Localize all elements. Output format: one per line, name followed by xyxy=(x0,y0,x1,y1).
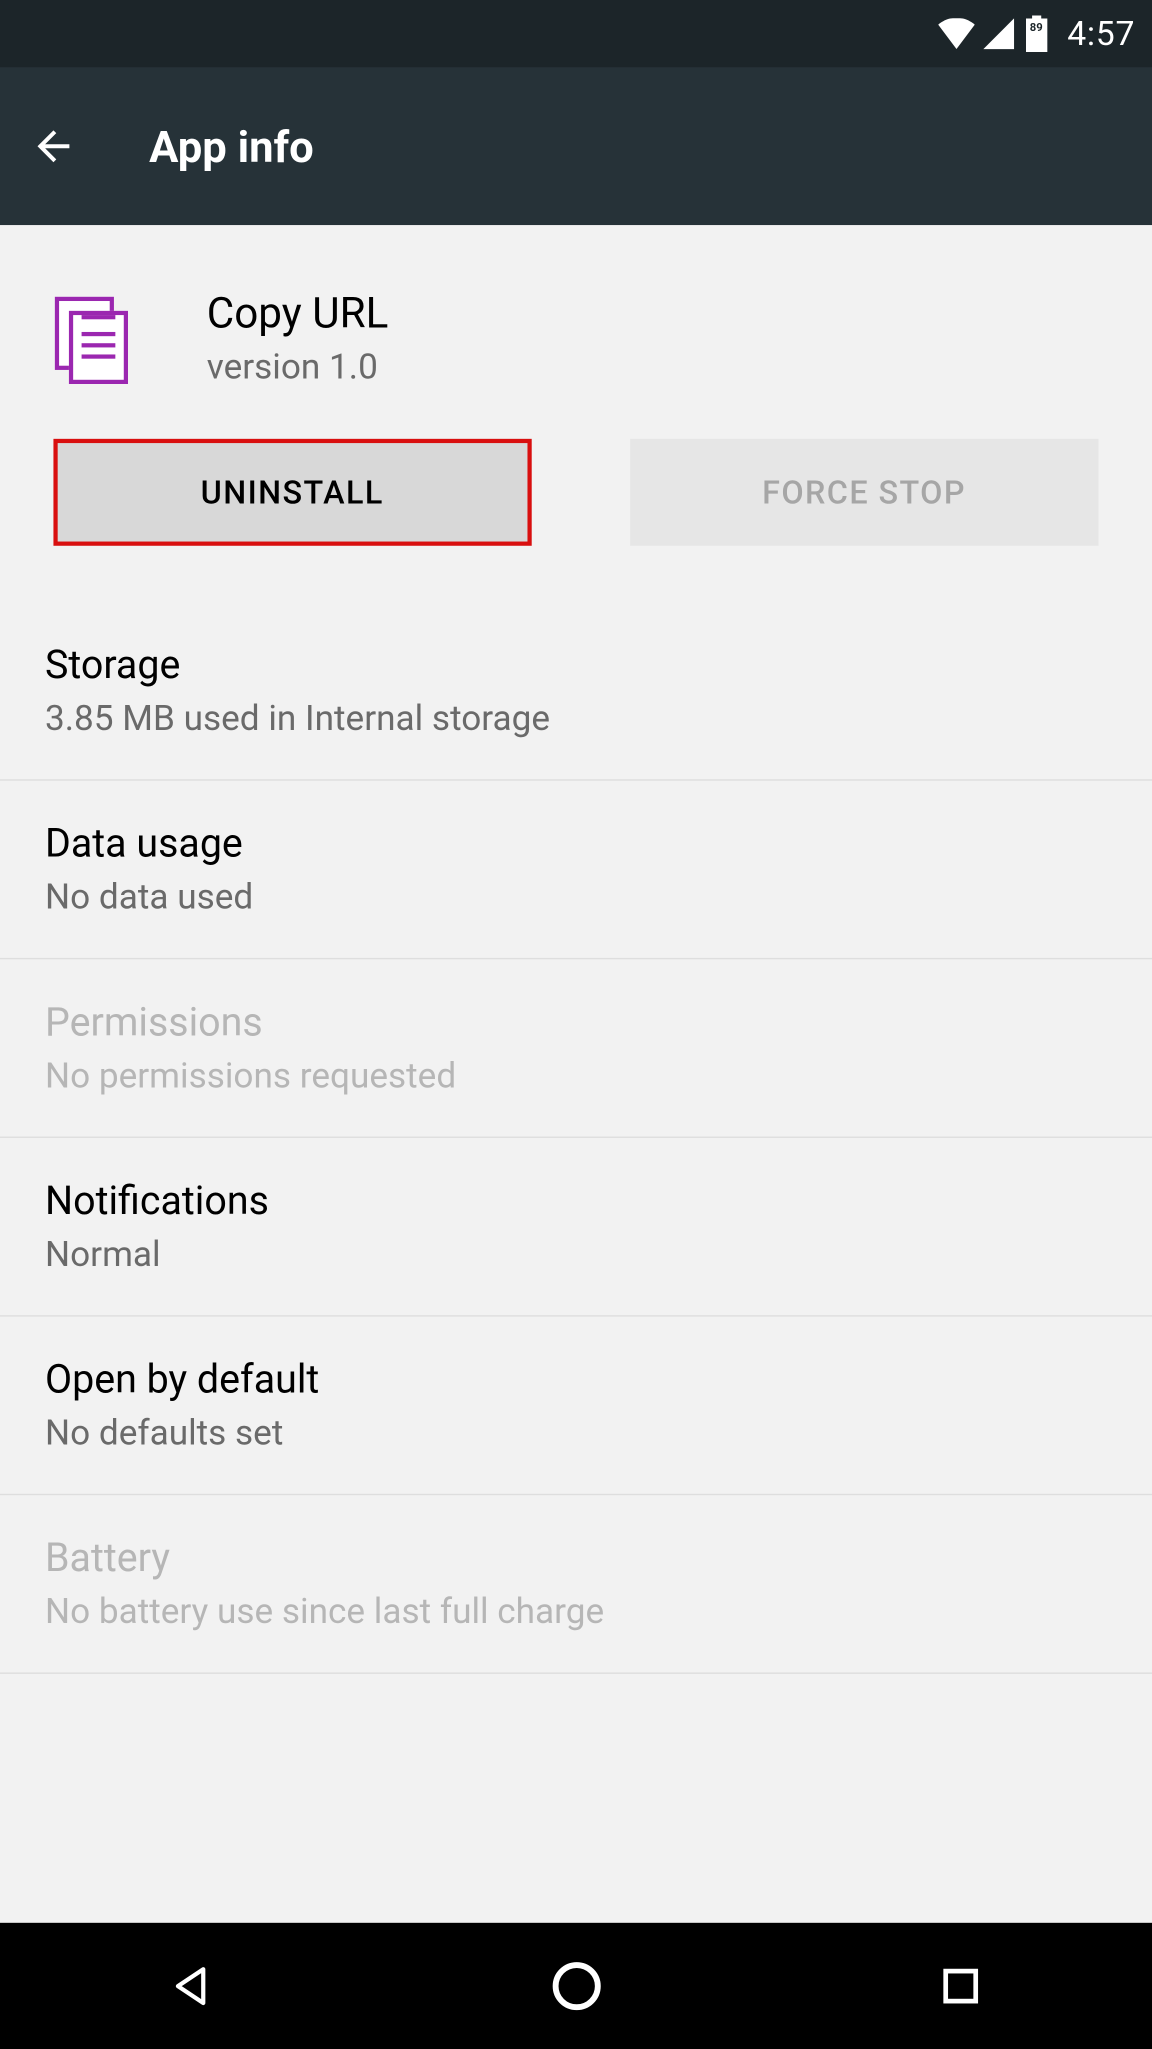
app-version: version 1.0 xyxy=(207,347,389,388)
open-default-title: Open by default xyxy=(45,1356,1107,1402)
data-usage-subtitle: No data used xyxy=(45,878,1107,919)
battery-title: Battery xyxy=(45,1535,1107,1581)
navigation-bar xyxy=(0,1923,1152,2049)
battery-item: Battery No battery use since last full c… xyxy=(0,1495,1152,1674)
clock: 4:57 xyxy=(1067,14,1135,53)
notifications-subtitle: Normal xyxy=(45,1235,1107,1276)
permissions-subtitle: No permissions requested xyxy=(45,1056,1107,1097)
wifi-icon xyxy=(938,18,975,49)
open-default-subtitle: No defaults set xyxy=(45,1414,1107,1455)
status-bar: 89 4:57 xyxy=(0,0,1152,68)
button-row: UNINSTALL FORCE STOP xyxy=(0,439,1152,602)
notifications-title: Notifications xyxy=(45,1177,1107,1223)
battery-icon: 89 xyxy=(1022,15,1050,52)
uninstall-button[interactable]: UNINSTALL xyxy=(53,439,531,546)
battery-percentage: 89 xyxy=(1026,21,1046,34)
force-stop-button: FORCE STOP xyxy=(629,439,1098,546)
permissions-title: Permissions xyxy=(45,999,1107,1045)
storage-subtitle: 3.85 MB used in Internal storage xyxy=(45,699,1107,740)
data-usage-title: Data usage xyxy=(45,820,1107,866)
storage-title: Storage xyxy=(45,641,1107,687)
back-arrow-icon[interactable] xyxy=(28,121,79,172)
app-name: Copy URL xyxy=(207,290,389,339)
nav-recent-icon[interactable] xyxy=(926,1952,994,2020)
nav-back-icon[interactable] xyxy=(158,1952,226,2020)
storage-item[interactable]: Storage 3.85 MB used in Internal storage xyxy=(0,602,1152,781)
open-by-default-item[interactable]: Open by default No defaults set xyxy=(0,1317,1152,1496)
data-usage-item[interactable]: Data usage No data used xyxy=(0,781,1152,960)
notifications-item[interactable]: Notifications Normal xyxy=(0,1138,1152,1317)
permissions-item: Permissions No permissions requested xyxy=(0,959,1152,1138)
nav-home-icon[interactable] xyxy=(542,1952,610,2020)
cell-signal-icon xyxy=(983,18,1014,49)
battery-subtitle: No battery use since last full charge xyxy=(45,1592,1107,1633)
page-title: App info xyxy=(149,120,314,172)
app-icon xyxy=(55,297,139,381)
app-header: Copy URL version 1.0 xyxy=(0,225,1152,439)
action-bar: App info xyxy=(0,68,1152,226)
